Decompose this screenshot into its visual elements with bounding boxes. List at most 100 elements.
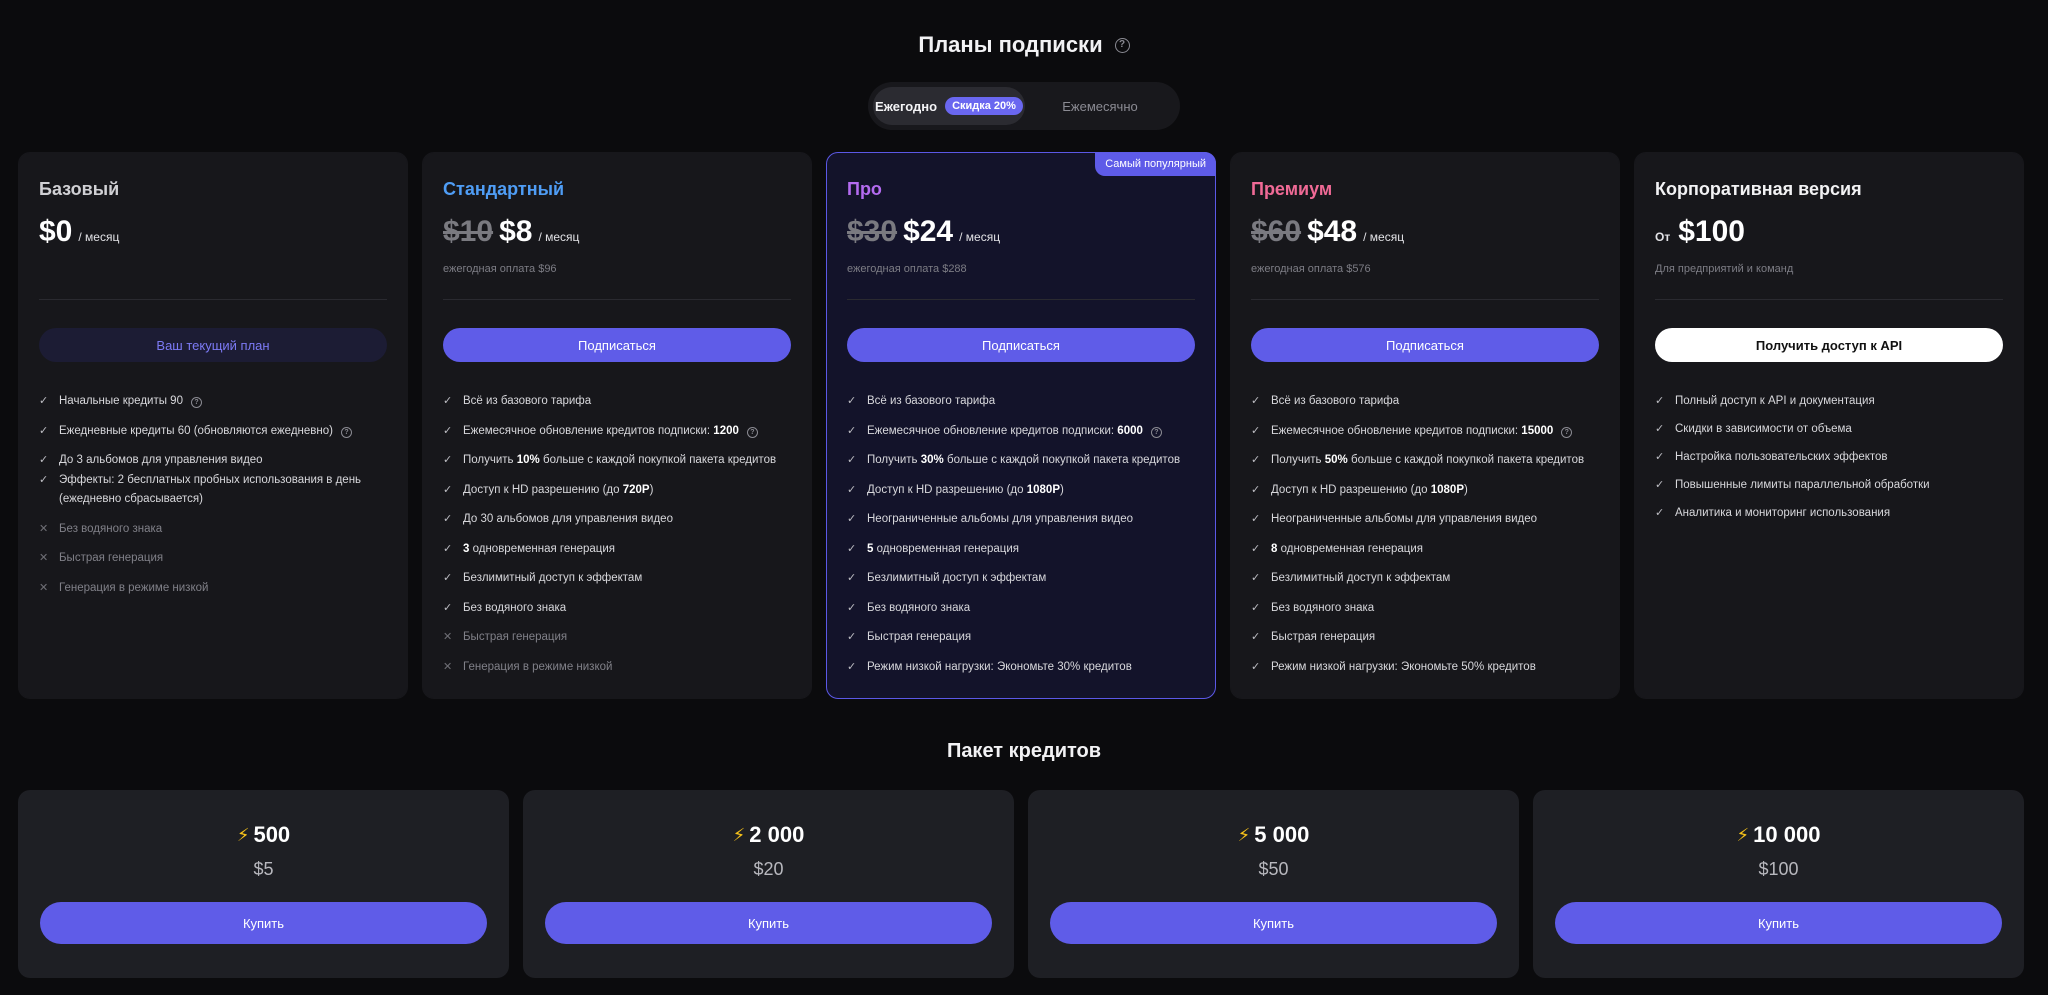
check-icon: ✓ — [39, 474, 49, 486]
feature-item: ✓ Неограниченные альбомы для управления в… — [847, 510, 1195, 529]
credit-amount: ⚡ 5 000 — [1237, 822, 1310, 847]
current-price: $0 — [39, 215, 73, 248]
plan-name: Премиум — [1251, 179, 1333, 199]
per-month-label: / месяц — [959, 230, 1001, 244]
plan-name: Корпоративная версия — [1655, 179, 1862, 199]
feature-item: ✓ Ежемесячное обновление кредитов подписк… — [847, 422, 1195, 441]
subscribe-button[interactable]: Подписаться — [443, 328, 791, 362]
most-popular-badge: Самый популярный — [1095, 152, 1216, 176]
feature-item: ✓ Полный доступ к API и документация — [1655, 392, 2003, 411]
check-icon: ✓ — [1251, 513, 1261, 525]
billing-annual-option[interactable]: Ежегодно Скидка 20% — [873, 87, 1025, 125]
subscribe-button[interactable]: Подписаться — [847, 328, 1195, 362]
current-price: $8 — [499, 215, 533, 248]
buy-button[interactable]: Купить — [40, 902, 487, 944]
cross-icon: ✕ — [39, 581, 49, 594]
credit-amount: ⚡ 500 — [236, 822, 291, 847]
current-price: $24 — [903, 215, 954, 248]
check-icon: ✓ — [443, 454, 453, 466]
check-icon: ✓ — [1655, 451, 1665, 463]
credits-section-title: Пакет кредитов — [946, 740, 1102, 762]
check-icon: ✓ — [443, 395, 453, 407]
buy-button[interactable]: Купить — [1555, 902, 2002, 944]
buy-button[interactable]: Купить — [1050, 902, 1497, 944]
help-icon[interactable]: ? — [746, 426, 758, 438]
annual-billing-note: ежегодная оплата $576 — [1251, 263, 1371, 275]
feature-item: ✓ 5 одновременная генерация — [847, 540, 1195, 559]
plan-name: Стандартный — [443, 179, 565, 199]
feature-item: ✓ Ежемесячное обновление кредитов подписк… — [1251, 422, 1599, 441]
divider — [443, 299, 791, 300]
divider — [847, 299, 1195, 300]
check-icon: ✓ — [847, 513, 857, 525]
price-row: $0 / месяц — [39, 215, 387, 251]
price-row: От $100 — [1655, 215, 2003, 251]
help-icon[interactable]: ? — [1150, 426, 1162, 438]
credit-price: $50 — [1258, 859, 1289, 879]
plan-name: Про — [847, 179, 882, 199]
page-title: Планы подписки — [918, 32, 1103, 57]
per-month-label: / месяц — [1363, 230, 1405, 244]
feature-item: ✓ Всё из базового тарифа — [443, 392, 791, 411]
feature-item: ✕ Генерация в режиме низкой — [39, 579, 387, 598]
feature-item: ✓ Быстрая генерация — [847, 628, 1195, 647]
cross-icon: ✕ — [443, 660, 453, 673]
check-icon: ✓ — [1251, 601, 1261, 614]
feature-list: ✓ Начальные кредиты 90? ✓ Ежедневные креди… — [39, 392, 387, 598]
check-icon: ✓ — [39, 424, 49, 437]
help-icon[interactable]: ? — [190, 397, 202, 408]
plans-row: Базовый $0 / месяц Ваш текущий план ✓ Нач… — [18, 152, 2024, 699]
plan-card-basic: Базовый $0 / месяц Ваш текущий план ✓ Нач… — [18, 152, 408, 699]
feature-item: ✓ Настройка пользовательских эффектов — [1655, 448, 2003, 467]
subscribe-button[interactable]: Подписаться — [1251, 328, 1599, 362]
check-icon: ✓ — [1655, 479, 1665, 491]
credit-pack-card: ⚡ 10 000 $100 Купить — [1533, 790, 2024, 978]
old-price: $30 — [847, 215, 898, 248]
billing-annual-label: Ежегодно — [875, 98, 938, 114]
billing-toggle: Ежегодно Скидка 20% Ежемесячно — [868, 82, 1180, 130]
check-icon: ✓ — [443, 513, 453, 525]
feature-item: ✓ Получить 30% больше с каждой покупкой п… — [847, 451, 1195, 470]
feature-item: ✓ Быстрая генерация — [1251, 628, 1599, 647]
check-icon: ✓ — [1251, 483, 1261, 496]
divider — [1251, 299, 1599, 300]
help-icon[interactable]: ? — [1114, 37, 1130, 53]
get-api-access-button[interactable]: Получить доступ к API — [1655, 328, 2003, 362]
check-icon: ✓ — [847, 424, 857, 437]
annual-billing-note: ежегодная оплата $288 — [847, 263, 967, 275]
feature-item: ✓ Режим низкой нагрузки: Экономьте 30% кр… — [847, 658, 1195, 677]
lightning-icon: ⚡ — [236, 824, 250, 845]
check-icon: ✓ — [1655, 423, 1665, 435]
lightning-icon: ⚡ — [1736, 824, 1750, 845]
feature-item: ✓ Без водяного знака — [1251, 599, 1599, 618]
feature-item: ✓ Аналитика и мониторинг использования — [1655, 504, 2003, 523]
feature-list: ✓ Всё из базового тарифа ✓ Ежемесячное обн… — [443, 392, 791, 677]
check-icon: ✓ — [847, 631, 857, 643]
credit-amount: ⚡ 10 000 — [1736, 822, 1821, 847]
feature-item: ✕ Без водяного знака — [39, 520, 387, 539]
check-icon: ✓ — [443, 572, 453, 584]
buy-button[interactable]: Купить — [545, 902, 992, 944]
credit-price: $5 — [253, 859, 274, 879]
check-icon: ✓ — [1251, 572, 1261, 584]
billing-monthly-option[interactable]: Ежемесячно — [1025, 87, 1175, 125]
check-icon: ✓ — [847, 454, 857, 466]
check-icon: ✓ — [443, 424, 453, 437]
check-icon: ✓ — [1655, 395, 1665, 407]
help-icon[interactable]: ? — [340, 426, 352, 438]
check-icon: ✓ — [1655, 507, 1665, 519]
price-row: $60 $48 / месяц — [1251, 215, 1599, 251]
credit-pack-card: ⚡ 5 000 $50 Купить — [1028, 790, 1519, 978]
check-icon: ✓ — [1251, 660, 1261, 673]
feature-item: ✓ 8 одновременная генерация — [1251, 540, 1599, 559]
check-icon: ✓ — [443, 542, 453, 555]
divider — [1655, 299, 2003, 300]
current-plan-button[interactable]: Ваш текущий план — [39, 328, 387, 362]
check-icon: ✓ — [1251, 395, 1261, 407]
check-icon: ✓ — [847, 601, 857, 614]
feature-item: ✓ Получить 10% больше с каждой покупкой п… — [443, 451, 791, 470]
plan-name: Базовый — [39, 179, 120, 199]
feature-item: ✓ Безлимитный доступ к эффектам — [847, 569, 1195, 588]
feature-item: ✓ Безлимитный доступ к эффектам — [1251, 569, 1599, 588]
help-icon[interactable]: ? — [1561, 426, 1573, 438]
